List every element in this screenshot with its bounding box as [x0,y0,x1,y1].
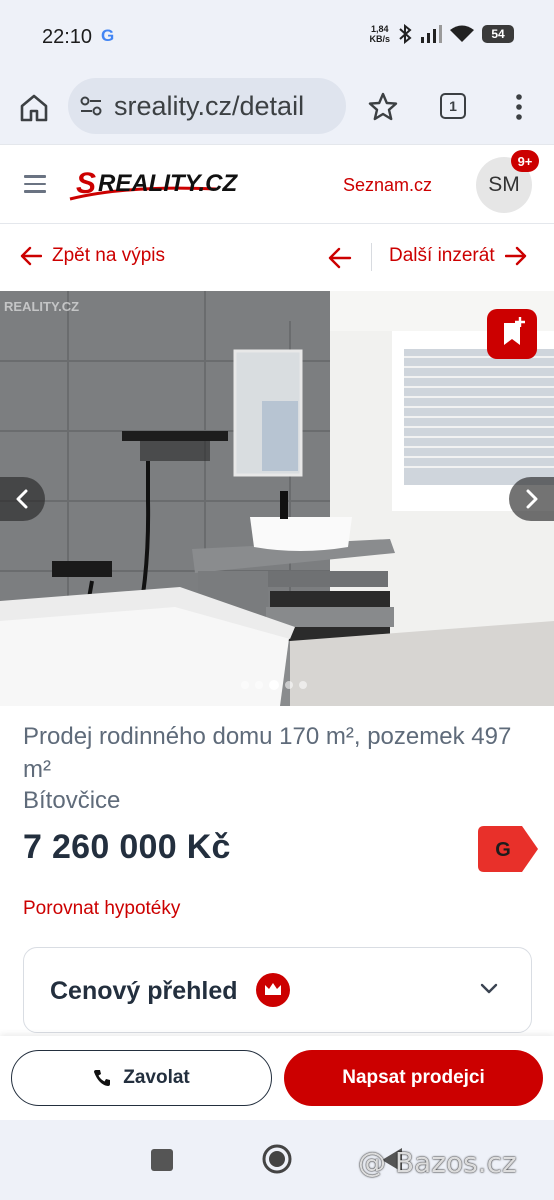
listing-photo [0,291,554,706]
phone-icon [94,1070,111,1086]
svg-text:REALITY.CZ: REALITY.CZ [98,170,238,197]
write-seller-label[interactable]: Napsat prodejci [342,1067,485,1089]
system-home-icon[interactable] [261,1143,293,1175]
price-overview-title[interactable]: Cenový přehled [50,977,238,1006]
network-speed-unit: KB/s [369,34,390,44]
status-time: 22:10 [42,26,93,48]
listing-title: Prodej rodinného domu 170 m², pozemek 49… [23,723,512,783]
network-speed-value: 1,84 [370,24,389,34]
gallery-dot[interactable] [241,681,249,689]
gallery-prev-button[interactable] [0,477,45,521]
energy-class-badge[interactable]: G [478,826,538,872]
chevron-left-icon [16,489,28,509]
contact-action-bar: Zavolat Napsat prodejci [0,1036,554,1120]
next-listing-link[interactable]: Další inzerát [389,245,527,267]
address-bar[interactable]: sreality.cz/detail [68,78,346,134]
gallery-pagination [241,680,307,690]
save-favorite-button[interactable] [487,309,537,359]
bluetooth-icon [399,24,412,44]
photo-watermark: REALITY.CZ [4,299,80,314]
sreality-logo[interactable]: S REALITY.CZ [66,163,302,205]
previous-listing-arrow-icon[interactable] [328,247,352,269]
google-icon: G [101,26,115,45]
chevron-down-icon[interactable] [479,982,499,996]
battery-icon: 54 [482,25,514,43]
listing-locality[interactable]: Bítovčice [23,787,120,815]
crown-icon [256,973,290,1007]
compare-mortgages-link[interactable]: Porovnat hypotéky [23,898,180,920]
site-settings-icon[interactable] [80,96,102,116]
status-bar: 22:10 G 1,84 KB/s 54 [0,0,554,72]
arrow-right-icon [504,246,526,266]
tab-switcher-button[interactable]: 1 [440,93,466,119]
listing-navigation: Zpět na výpis Další inzerát [0,225,554,291]
signal-icon [421,25,442,43]
gallery-dot-active[interactable] [269,680,279,690]
write-seller-button[interactable]: Napsat prodejci [284,1050,543,1106]
bazos-watermark: @ Bazos.cz [358,1146,517,1179]
listing-price: 7 260 000 Kč [23,828,231,866]
gallery-dot[interactable] [299,681,307,689]
seznam-link[interactable]: Seznam.cz [343,175,432,196]
gallery-dot[interactable] [255,681,263,689]
nav-divider [371,243,372,271]
photo-gallery[interactable]: REALITY.CZ [0,291,554,706]
system-navigation-bar: @ Bazos.cz [0,1120,554,1200]
hamburger-menu-icon[interactable] [24,175,46,195]
network-speed: 1,84 KB/s [369,24,390,44]
back-to-list-label[interactable]: Zpět na výpis [52,245,165,267]
next-listing-label[interactable]: Další inzerát [389,245,495,267]
url-text[interactable]: sreality.cz/detail [114,91,304,122]
bookmark-star-icon[interactable] [368,92,398,122]
arrow-left-icon [20,246,42,266]
call-button[interactable]: Zavolat [11,1050,272,1106]
recent-apps-icon[interactable] [151,1149,173,1171]
gallery-next-button[interactable] [509,477,554,521]
notification-badge: 9+ [511,150,539,172]
energy-class-label: G [495,839,511,861]
call-button-label[interactable]: Zavolat [123,1067,190,1089]
browser-toolbar: sreality.cz/detail 1 [0,72,554,144]
gallery-dot[interactable] [285,681,293,689]
home-icon[interactable] [18,92,50,124]
price-overview-card[interactable]: Cenový přehled [23,947,532,1033]
more-vert-icon[interactable] [512,92,526,122]
svg-text:S: S [76,167,96,200]
wifi-icon [450,25,474,42]
back-to-list-link[interactable]: Zpět na výpis [20,245,165,267]
chevron-right-icon [526,489,538,509]
bookmark-add-icon [504,317,525,345]
site-header: S REALITY.CZ Seznam.cz SM [0,144,554,224]
